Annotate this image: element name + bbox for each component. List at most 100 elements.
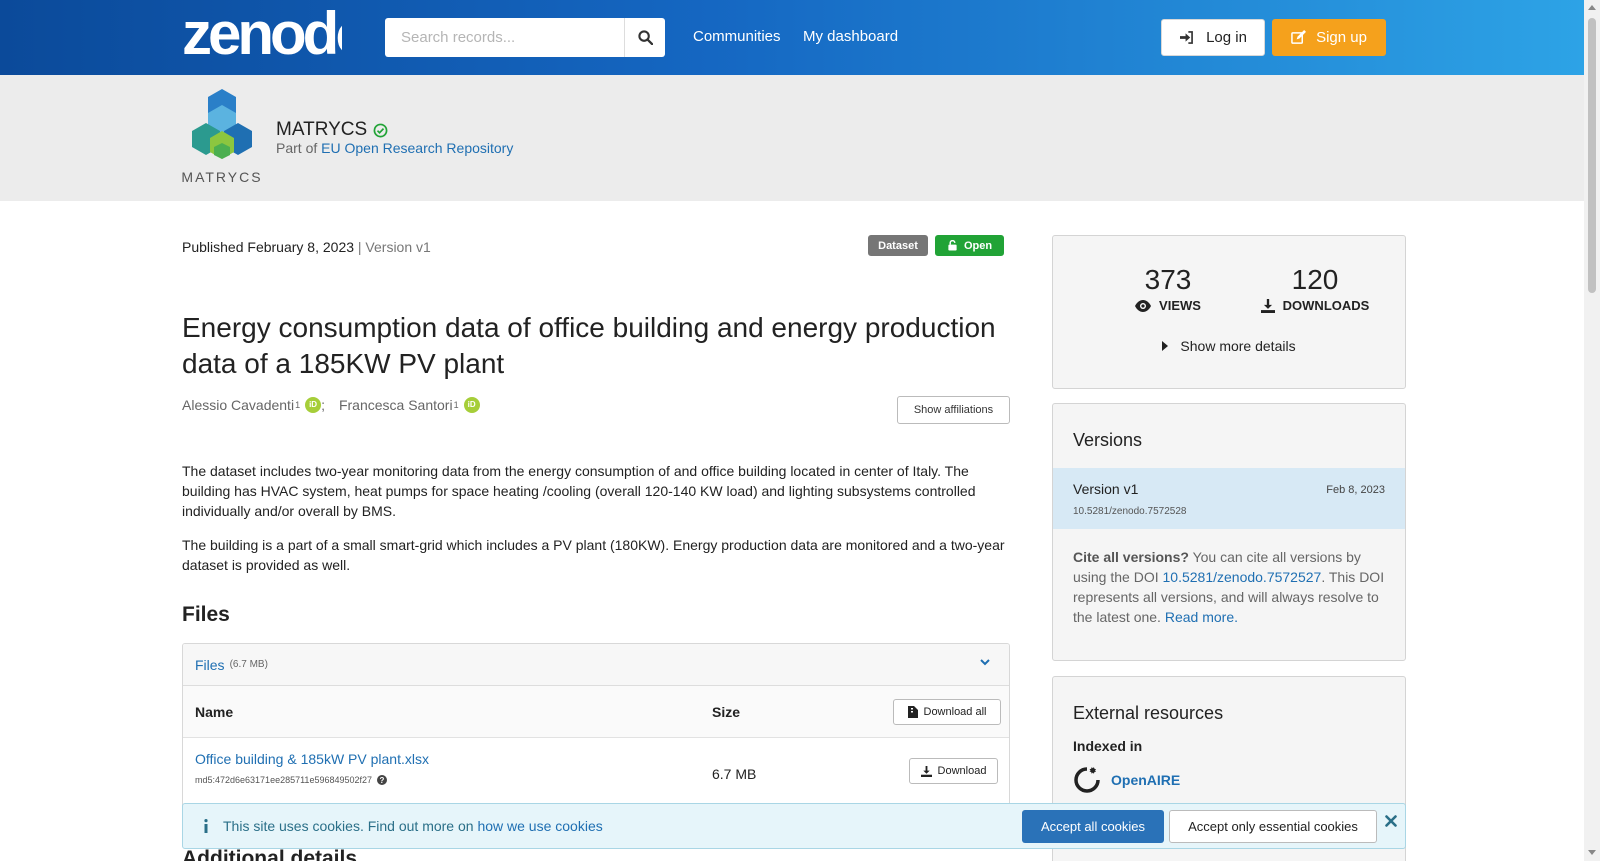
- cite-all-versions: Cite all versions? You can cite all vers…: [1073, 547, 1389, 627]
- description-paragraph: The dataset includes two-year monitoring…: [182, 463, 976, 519]
- creators-list: Alessio Cavadenti 1 iD ; Francesca Santo…: [182, 397, 480, 413]
- file-archive-icon: [907, 706, 918, 718]
- download-label: Download: [937, 765, 987, 777]
- search-bar: [385, 18, 665, 57]
- record-title: Energy consumption data of office buildi…: [182, 312, 996, 379]
- cookie-policy-link[interactable]: how we use cookies: [477, 818, 602, 834]
- version-item[interactable]: Version v1 Feb 8, 2023 10.5281/zenodo.75…: [1053, 468, 1405, 529]
- additional-details-heading: Additional details: [182, 847, 358, 861]
- openaire-logo-icon: [1074, 767, 1100, 793]
- sign-in-icon: [1180, 31, 1193, 44]
- download-icon: [920, 765, 932, 777]
- unlock-icon: [948, 240, 957, 251]
- version-name[interactable]: Version v1: [1073, 481, 1138, 497]
- verified-check-icon: [373, 123, 388, 137]
- signup-button[interactable]: Sign up: [1272, 19, 1386, 56]
- external-resources-title: External resources: [1073, 703, 1224, 723]
- published-label: Published: [182, 239, 244, 255]
- community-title: MATRYCS: [276, 119, 388, 141]
- chevron-down-icon[interactable]: [979, 656, 991, 668]
- page-scrollbar[interactable]: [1584, 0, 1600, 861]
- versions-card: Versions Version v1 Feb 8, 2023 10.5281/…: [1052, 403, 1406, 661]
- cite-all-heading: Cite all versions?: [1073, 549, 1189, 565]
- version-date: Feb 8, 2023: [1326, 484, 1385, 496]
- files-accordion-header[interactable]: Files (6.7 MB): [183, 644, 1009, 686]
- access-status-label: Open: [963, 239, 993, 252]
- parent-community-link[interactable]: EU Open Research Repository: [321, 140, 513, 156]
- info-icon: [204, 819, 208, 833]
- community-header: MATRYCS MATRYCS Part of EU Open Research…: [0, 75, 1584, 201]
- signup-label: Sign up: [1316, 29, 1367, 46]
- eye-icon: [1135, 299, 1152, 312]
- version-doi: 10.5281/zenodo.7572528: [1073, 506, 1187, 517]
- views-count: 373: [1144, 264, 1192, 295]
- downloads-stat: 120 DOWNLOADS: [1249, 264, 1381, 313]
- publication-info: Published February 8, 2023 | Version v1: [182, 239, 431, 255]
- matrycs-logo[interactable]: MATRYCS: [182, 87, 262, 187]
- creator-affiliation-number: 1: [295, 400, 301, 410]
- login-button[interactable]: Log in: [1161, 19, 1265, 56]
- question-circle-icon[interactable]: ?: [377, 775, 388, 785]
- read-more-link[interactable]: Read more.: [1165, 609, 1238, 625]
- openaire-label[interactable]: OpenAIRE: [1111, 772, 1180, 788]
- cookie-message-text: This site uses cookies. Find out more on: [223, 818, 474, 834]
- edit-icon: [1291, 30, 1307, 44]
- creator-affiliation-number: 1: [453, 400, 459, 410]
- svg-text:?: ?: [380, 776, 385, 785]
- search-button[interactable]: [624, 18, 665, 57]
- version-label: | Version v1: [357, 239, 431, 255]
- show-affiliations-button[interactable]: Show affiliations: [897, 396, 1010, 424]
- download-button[interactable]: Download: [909, 758, 998, 784]
- community-parent: Part of EU Open Research Repository: [276, 140, 513, 156]
- concept-doi-link[interactable]: 10.5281/zenodo.7572527: [1163, 569, 1322, 585]
- files-heading: Files: [182, 603, 230, 626]
- files-accordion-label[interactable]: Files: [195, 657, 225, 673]
- accept-essential-cookies-button[interactable]: Accept only essential cookies: [1169, 810, 1377, 843]
- scroll-up-arrow-icon[interactable]: [1588, 5, 1596, 10]
- record-description: The dataset includes two-year monitoring…: [182, 461, 1012, 589]
- scroll-down-arrow-icon[interactable]: [1588, 850, 1596, 855]
- file-link[interactable]: Office building & 185kW PV plant.xlsx: [195, 751, 429, 767]
- views-stat: 373 VIEWS: [1113, 264, 1223, 313]
- zenodo-logo[interactable]: zenodo: [182, 6, 342, 62]
- search-input[interactable]: [385, 18, 624, 57]
- download-all-button[interactable]: Download all: [893, 699, 1001, 725]
- file-size: 6.7 MB: [712, 766, 757, 782]
- files-total-size: (6.7 MB): [229, 659, 268, 670]
- resource-type-label: Dataset: [878, 239, 918, 252]
- svg-text:MATRYCS: MATRYCS: [182, 169, 262, 185]
- file-checksum: md5:472d6e63171ee285711e596849502f27 ?: [195, 775, 388, 785]
- indexed-in-label: Indexed in: [1073, 738, 1143, 754]
- access-status-badge[interactable]: Open: [935, 235, 1004, 256]
- files-panel: Files (6.7 MB) Name Size Download all Of…: [182, 643, 1010, 823]
- download-all-label: Download all: [923, 706, 987, 718]
- downloads-label-text: DOWNLOADS: [1282, 298, 1370, 313]
- nav-communities[interactable]: Communities: [693, 28, 781, 45]
- orcid-icon[interactable]: iD: [305, 397, 322, 413]
- published-date: February 8, 2023: [247, 239, 355, 255]
- creator-name[interactable]: Alessio Cavadenti: [182, 397, 294, 413]
- openaire-link[interactable]: OpenAIRE: [1073, 766, 1180, 794]
- caret-right-icon: [1162, 341, 1169, 351]
- checksum-text: md5:472d6e63171ee285711e596849502f27: [195, 775, 373, 785]
- files-table-header: Name Size Download all: [183, 686, 1009, 738]
- nav-my-dashboard[interactable]: My dashboard: [803, 28, 898, 45]
- column-name: Name: [195, 704, 234, 720]
- svg-text:zenodo: zenodo: [182, 6, 342, 62]
- stats-card: 373 VIEWS 120 DOWNLOADS Show more detail…: [1052, 235, 1406, 389]
- views-label: VIEWS: [1113, 298, 1223, 313]
- orcid-icon[interactable]: iD: [463, 397, 480, 413]
- cookie-message: This site uses cookies. Find out more on…: [203, 818, 603, 834]
- accept-all-cookies-button[interactable]: Accept all cookies: [1022, 810, 1164, 843]
- scrollbar-thumb[interactable]: [1588, 18, 1596, 293]
- download-icon: [1260, 298, 1275, 313]
- show-more-details-label: Show more details: [1180, 338, 1296, 354]
- close-icon[interactable]: [1385, 815, 1397, 827]
- creator-name[interactable]: Francesca Santori: [339, 397, 453, 413]
- community-name: MATRYCS: [276, 119, 368, 140]
- resource-type-badge[interactable]: Dataset: [868, 235, 928, 256]
- top-navbar: zenodo Communities My dashboard Log in S…: [0, 0, 1584, 75]
- downloads-label: DOWNLOADS: [1249, 298, 1381, 313]
- show-more-details-toggle[interactable]: Show more details: [1053, 338, 1405, 354]
- login-label: Log in: [1206, 29, 1247, 46]
